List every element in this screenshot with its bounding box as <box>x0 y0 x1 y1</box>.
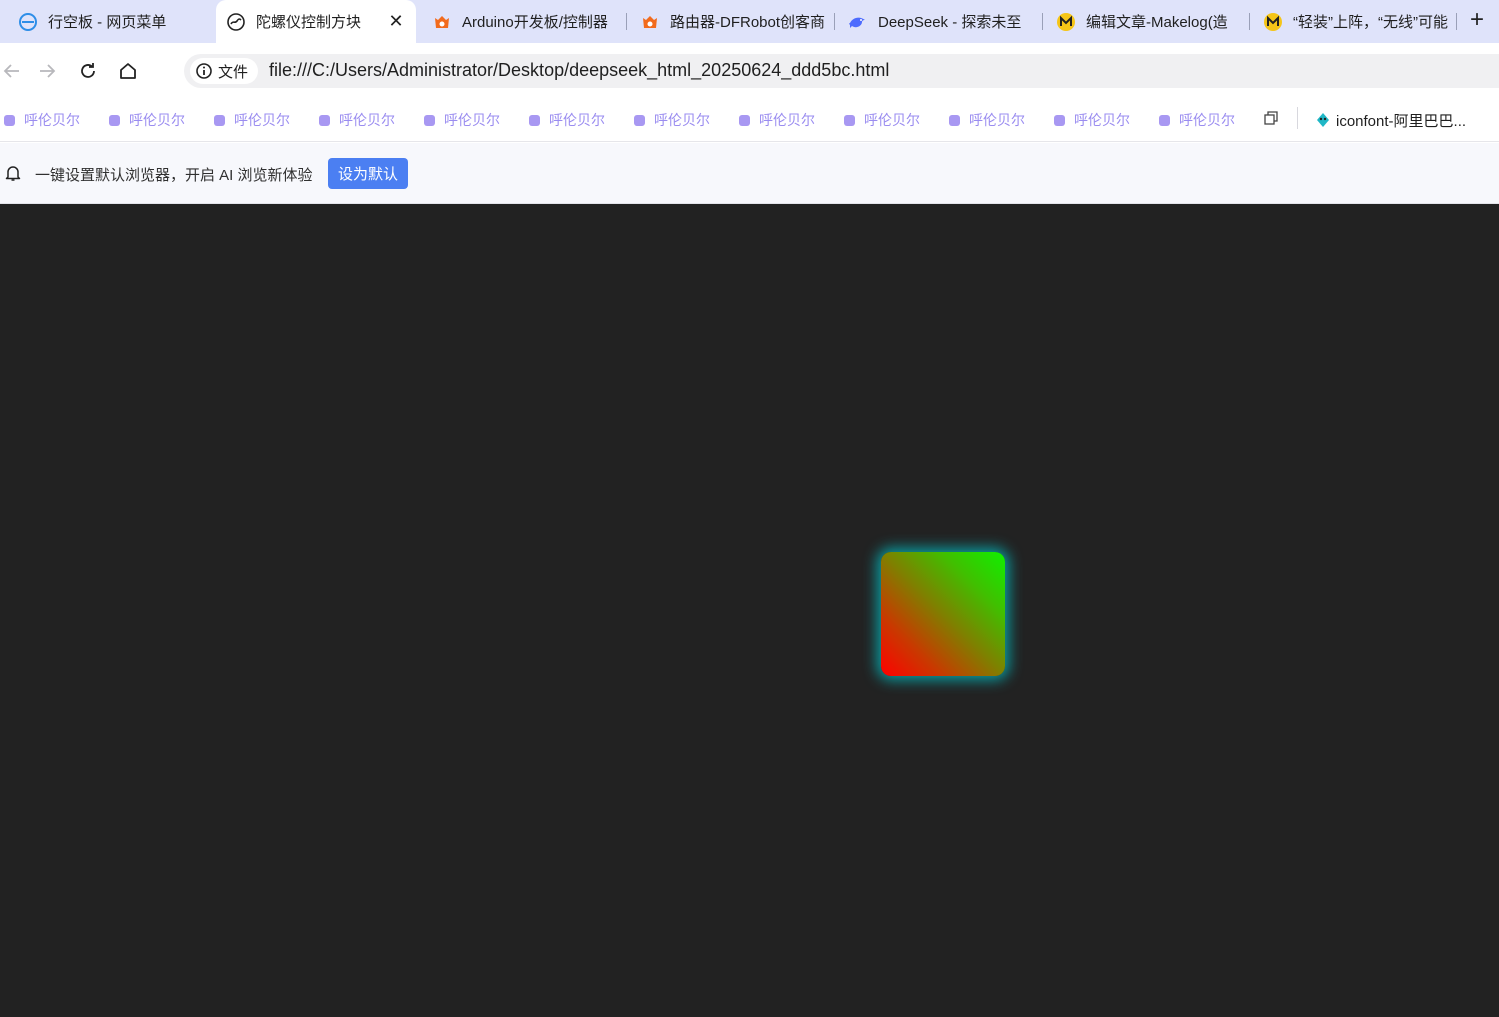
bookmark-folder-icon <box>1054 114 1065 126</box>
bookmark-label: iconfont-阿里巴巴... <box>1336 112 1467 130</box>
bookmark-label: 呼伦贝尔 <box>549 112 605 128</box>
address-bar[interactable]: 文件 file:///C:/Users/Administrator/Deskto… <box>184 54 1499 88</box>
bookmark-label: 呼伦贝尔 <box>969 112 1025 128</box>
tab-separator <box>834 13 835 30</box>
gyro-page-icon <box>226 12 246 32</box>
deepseek-whale-icon <box>848 12 868 32</box>
makelog-icon <box>1056 12 1076 32</box>
forward-button[interactable] <box>35 59 59 83</box>
bookmark-item[interactable]: 呼伦贝尔 <box>109 108 185 132</box>
tab-title: 路由器-DFRobot创客商 <box>670 14 825 31</box>
tab-separator <box>626 13 627 30</box>
reload-icon <box>81 63 95 78</box>
set-default-button[interactable]: 设为默认 <box>328 158 408 189</box>
bookmark-label: 呼伦贝尔 <box>444 112 500 128</box>
navigation-toolbar: 文件 file:///C:/Users/Administrator/Deskto… <box>0 43 1499 99</box>
new-tab-button[interactable]: + <box>1463 7 1491 35</box>
tab-xingkongban[interactable]: 行空板 - 网页菜单 <box>18 0 208 43</box>
info-icon <box>196 63 212 79</box>
globe-icon <box>18 12 38 32</box>
tab-title: 陀螺仪控制方块 <box>256 14 362 31</box>
bookmark-item[interactable]: 呼伦贝尔 <box>1159 108 1235 132</box>
tab-router[interactable]: 路由器-DFRobot创客商 <box>640 0 825 43</box>
bookmark-label: 呼伦贝尔 <box>1179 112 1235 128</box>
bookmark-item[interactable]: 呼伦贝尔 <box>844 108 920 132</box>
tab-separator <box>1456 13 1457 30</box>
tab-makelog-wireless[interactable]: “轻装”上阵，“无线”可能 <box>1263 0 1448 43</box>
bell-icon <box>5 166 21 181</box>
bookmark-label: 呼伦贝尔 <box>339 112 395 128</box>
arrow-right-icon <box>40 64 56 78</box>
tab-title: DeepSeek - 探索未至 <box>878 14 1022 31</box>
iconfont-icon <box>1317 113 1329 127</box>
dfrobot-icon <box>432 12 452 32</box>
bookmark-folder-icon <box>739 114 750 126</box>
reload-button[interactable] <box>76 59 100 83</box>
bookmark-label: 呼伦贝尔 <box>129 112 185 128</box>
arrow-left-icon <box>3 64 19 78</box>
bookmark-folder-icon <box>109 114 120 126</box>
page-canvas <box>0 204 1499 1017</box>
bookmark-item[interactable]: 呼伦贝尔 <box>739 108 815 132</box>
bookmark-item[interactable]: 呼伦贝尔 <box>529 108 605 132</box>
bookmark-overflow-icon[interactable] <box>1262 108 1280 128</box>
bookmark-folder-icon <box>844 114 855 126</box>
bookmark-label: 呼伦贝尔 <box>864 112 920 128</box>
bookmark-label: 呼伦贝尔 <box>234 112 290 128</box>
bookmark-folder-icon <box>1159 114 1170 126</box>
default-browser-infobar: 一键设置默认浏览器，开启 AI 浏览新体验 设为默认 <box>0 143 1499 204</box>
makelog-icon <box>1263 12 1283 32</box>
bookmark-folder-icon <box>214 114 225 126</box>
bookmark-item[interactable]: 呼伦贝尔 <box>4 108 80 132</box>
bookmark-item[interactable]: 呼伦贝尔 <box>319 108 395 132</box>
tab-separator <box>1042 13 1043 30</box>
gyro-cube <box>881 552 1005 676</box>
bookmarks-bar: iconfont-阿里巴巴... 呼伦贝尔 呼伦贝尔 呼伦贝尔 呼伦贝尔 呼伦贝尔 呼伦贝… <box>0 99 1499 142</box>
tab-makelog-edit[interactable]: 编辑文章-Makelog(造 <box>1056 0 1241 43</box>
tab-title: “轻装”上阵，“无线”可能 <box>1293 14 1448 31</box>
bookmark-item[interactable]: 呼伦贝尔 <box>424 108 500 132</box>
site-info-chip[interactable]: 文件 <box>190 58 258 84</box>
tab-title: Arduino开发板/控制器 <box>462 14 608 31</box>
bookmark-divider <box>1297 107 1298 129</box>
back-button[interactable] <box>0 59 24 83</box>
bookmark-iconfont[interactable]: iconfont-阿里巴巴... <box>1315 108 1466 132</box>
bookmark-item[interactable]: 呼伦贝尔 <box>1054 108 1130 132</box>
tab-deepseek[interactable]: DeepSeek - 探索未至 <box>848 0 1033 43</box>
bookmark-item[interactable]: 呼伦贝尔 <box>949 108 1025 132</box>
bookmark-folder-icon <box>529 114 540 126</box>
tab-arduino[interactable]: Arduino开发板/控制器 <box>432 0 617 43</box>
bookmark-folder-icon <box>424 114 435 126</box>
bookmark-folder-icon <box>319 114 330 126</box>
tab-gyro-cube[interactable]: 陀螺仪控制方块 ✕ <box>216 0 416 43</box>
infobar-message: 一键设置默认浏览器，开启 AI 浏览新体验 <box>35 167 313 184</box>
bookmark-label: 呼伦贝尔 <box>654 112 710 128</box>
dfrobot-icon <box>640 12 660 32</box>
close-tab-icon[interactable]: ✕ <box>386 11 406 32</box>
tab-title: 行空板 - 网页菜单 <box>48 14 167 31</box>
bookmark-label: 呼伦贝尔 <box>1074 112 1130 128</box>
bookmark-folder-icon <box>949 114 960 126</box>
url-text[interactable]: file:///C:/Users/Administrator/Desktop/d… <box>269 60 889 81</box>
tab-separator <box>1249 13 1250 30</box>
bookmark-label: 呼伦贝尔 <box>24 112 80 128</box>
bookmark-item[interactable]: 呼伦贝尔 <box>634 108 710 132</box>
site-chip-label: 文件 <box>218 63 249 81</box>
tab-strip: 行空板 - 网页菜单 陀螺仪控制方块 ✕ Arduino开发板/控制器 路由器-… <box>0 0 1499 43</box>
bookmark-folder-icon <box>634 114 645 126</box>
tab-title: 编辑文章-Makelog(造 <box>1086 14 1228 31</box>
bookmark-folder-icon <box>4 114 15 126</box>
home-icon <box>120 63 136 79</box>
bookmark-item[interactable]: 呼伦贝尔 <box>214 108 290 132</box>
home-button[interactable] <box>116 59 140 83</box>
bookmark-label: 呼伦贝尔 <box>759 112 815 128</box>
